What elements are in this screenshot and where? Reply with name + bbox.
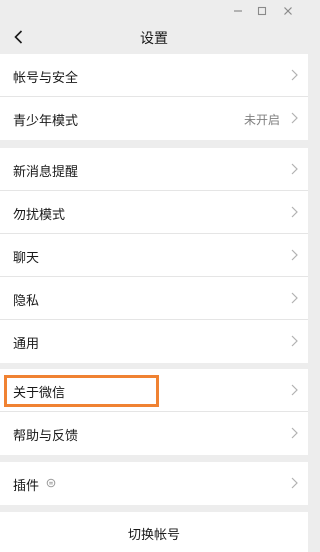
settings-item-account-security[interactable]: 帐号与安全 bbox=[0, 54, 308, 97]
settings-item-label: 新消息提醒 bbox=[13, 165, 79, 180]
settings-item-label: 青少年模式 bbox=[13, 114, 79, 129]
settings-item-label: 关于微信 bbox=[13, 386, 66, 401]
settings-item-label: 通用 bbox=[13, 337, 40, 352]
maximize-icon[interactable] bbox=[252, 2, 272, 20]
teen-mode-status: 未开启 bbox=[243, 113, 280, 127]
settings-item-label: 隐私 bbox=[13, 294, 40, 309]
settings-group-about: 关于微信 帮助与反馈 bbox=[0, 369, 308, 455]
settings-item-privacy[interactable]: 隐私 bbox=[0, 277, 308, 320]
window-titlebar bbox=[0, 0, 308, 22]
settings-item-teen-mode[interactable]: 青少年模式 未开启 bbox=[0, 97, 308, 140]
chevron-right-icon bbox=[291, 335, 298, 347]
settings-item-general[interactable]: 通用 bbox=[0, 320, 308, 363]
settings-item-label: 帮助与反馈 bbox=[13, 429, 79, 444]
chevron-right-icon bbox=[291, 112, 298, 124]
settings-item-label: 聊天 bbox=[13, 251, 40, 266]
plugin-icon bbox=[46, 478, 56, 488]
chevron-right-icon bbox=[291, 249, 298, 261]
close-icon[interactable] bbox=[278, 2, 298, 20]
settings-item-help-feedback[interactable]: 帮助与反馈 bbox=[0, 412, 308, 455]
chevron-right-icon bbox=[291, 384, 298, 396]
chevron-right-icon bbox=[291, 163, 298, 175]
chevron-right-icon bbox=[291, 427, 298, 439]
settings-item-about-wechat[interactable]: 关于微信 bbox=[0, 369, 308, 412]
settings-item-label: 勿扰模式 bbox=[13, 208, 66, 223]
chevron-right-icon bbox=[291, 206, 298, 218]
settings-header: 设置 bbox=[0, 22, 308, 52]
switch-account-button[interactable]: 切换帐号 bbox=[0, 512, 308, 552]
settings-group-general: 新消息提醒 勿扰模式 聊天 隐私 通用 bbox=[0, 148, 308, 363]
chevron-right-icon bbox=[291, 69, 298, 81]
settings-group-plugins: 插件 bbox=[0, 462, 308, 505]
chevron-right-icon bbox=[291, 292, 298, 304]
switch-account-label: 切换帐号 bbox=[127, 528, 180, 543]
settings-item-chat[interactable]: 聊天 bbox=[0, 234, 308, 277]
settings-group-account: 帐号与安全 青少年模式 未开启 bbox=[0, 54, 308, 140]
settings-item-label: 插件 bbox=[13, 479, 40, 494]
settings-item-plugins[interactable]: 插件 bbox=[0, 462, 308, 505]
page-title: 设置 bbox=[140, 31, 168, 47]
settings-item-notifications[interactable]: 新消息提醒 bbox=[0, 148, 308, 191]
minimize-icon[interactable] bbox=[228, 2, 248, 20]
settings-item-do-not-disturb[interactable]: 勿扰模式 bbox=[0, 191, 308, 234]
settings-item-label: 帐号与安全 bbox=[13, 71, 79, 86]
chevron-right-icon bbox=[291, 477, 298, 489]
